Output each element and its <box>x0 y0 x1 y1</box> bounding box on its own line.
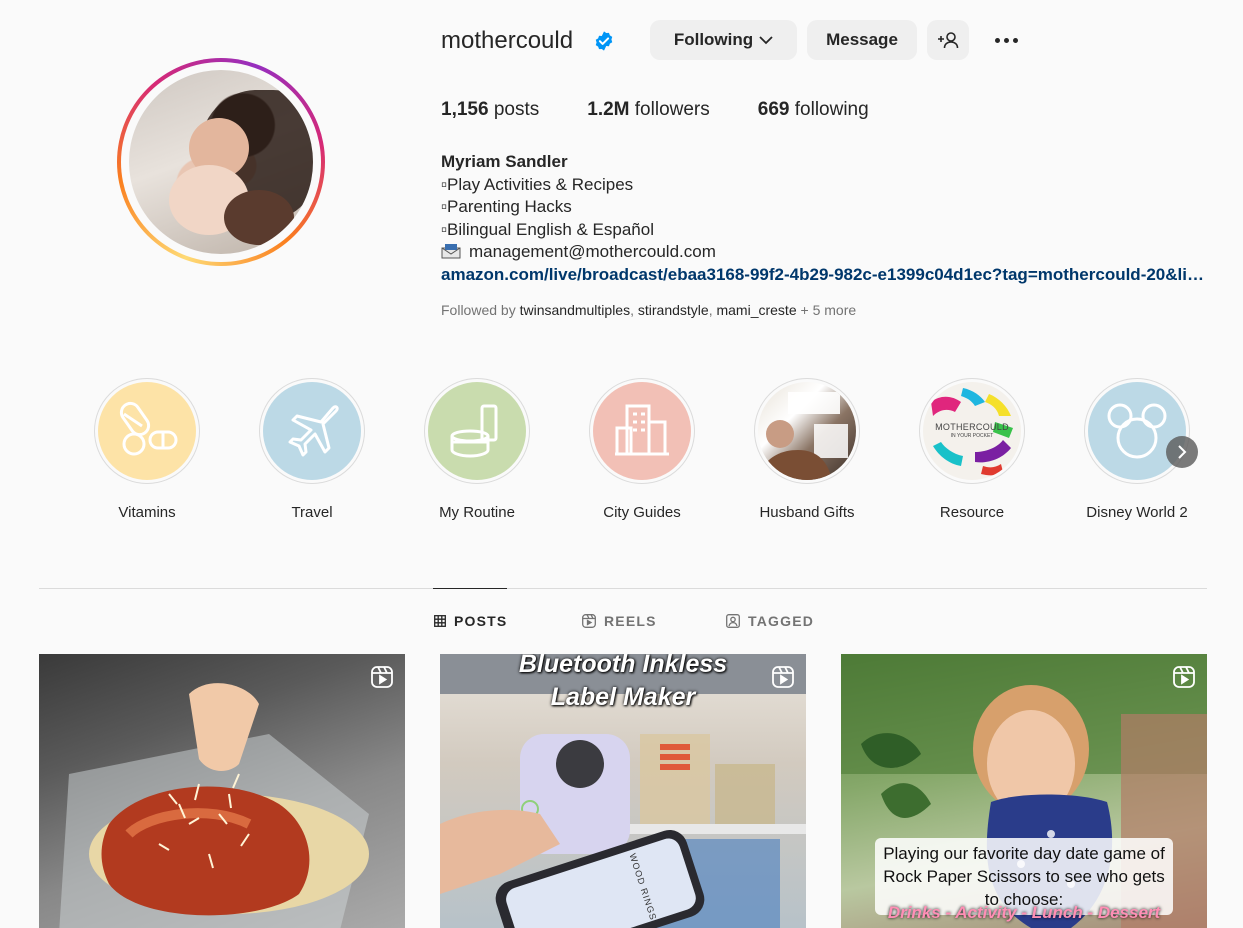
username: mothercould <box>441 27 574 54</box>
chevron-down-icon <box>759 36 773 45</box>
highlight-vitamins[interactable]: Vitamins <box>82 378 212 521</box>
husband-gifts-thumbnail <box>758 382 856 480</box>
post-caption-highlight: Drinks - Activity - Lunch - Dessert <box>887 903 1161 922</box>
highlight-travel[interactable]: Travel <box>247 378 377 521</box>
reels-icon <box>582 614 596 628</box>
city-buildings-icon <box>593 382 691 480</box>
profile-bio: Myriam Sandler ▫Play Activities & Recipe… <box>441 151 1206 286</box>
tabs-divider <box>39 588 1207 589</box>
avatar-photo <box>129 70 313 254</box>
resource-tagline: IN YOUR POCKET <box>950 433 994 439</box>
tab-posts[interactable]: POSTS <box>434 613 507 629</box>
skincare-jar-icon <box>428 382 526 480</box>
reel-icon <box>772 666 794 688</box>
tagged-icon <box>726 614 740 628</box>
post-tile[interactable] <box>39 654 405 928</box>
tab-reels[interactable]: REELS <box>582 613 657 629</box>
suggested-users-button[interactable] <box>927 20 969 60</box>
following-stat[interactable]: 669 following <box>758 99 869 121</box>
followed-by-user[interactable]: stirandstyle <box>638 302 709 318</box>
resource-brand: MOTHERCOULD <box>935 422 1009 432</box>
following-button-label: Following <box>673 30 754 49</box>
following-button[interactable]: Following <box>650 20 797 60</box>
bio-email: management@mothercould.com <box>441 241 1206 264</box>
highlight-my-routine[interactable]: My Routine <box>412 378 542 521</box>
more-options-icon[interactable] <box>990 28 1022 52</box>
highlight-city-guides[interactable]: City Guides <box>577 378 707 521</box>
resource-thumbnail: MOTHERCOULD IN YOUR POCKET <box>923 382 1021 480</box>
airplane-icon <box>263 382 361 480</box>
followed-by-user[interactable]: mami_creste <box>716 302 796 318</box>
followed-by[interactable]: Followed by twinsandmultiples, stirandst… <box>441 302 856 318</box>
profile-avatar[interactable] <box>117 58 325 266</box>
bio-external-link[interactable]: amazon.com/live/broadcast/ebaa3168-99f2-… <box>441 264 1206 287</box>
reel-icon <box>371 666 393 688</box>
mickey-ears-icon <box>1088 382 1186 480</box>
reel-icon <box>1173 666 1195 688</box>
post-thumbnail <box>59 683 369 928</box>
post-tile[interactable]: Bluetooth Inkless Label Maker WOOD RINGS <box>440 654 806 928</box>
message-button[interactable]: Message <box>807 20 917 60</box>
highlight-resource[interactable]: MOTHERCOULD IN YOUR POCKET Resource <box>907 378 1037 521</box>
grid-icon <box>434 615 446 627</box>
envelope-icon <box>441 244 461 259</box>
profile-page: mothercould Following Message 1,156 post… <box>0 0 1243 928</box>
tab-tagged[interactable]: TAGGED <box>726 613 814 629</box>
post-tile[interactable]: Playing our favorite day date game of Ro… <box>841 654 1207 928</box>
full-name: Myriam Sandler <box>441 152 568 171</box>
profile-stats: 1,156 posts 1.2M followers 669 following <box>441 99 869 121</box>
post-title-line: Bluetooth Inkless <box>518 654 728 678</box>
posts-stat: 1,156 posts <box>441 99 540 120</box>
highlights-next-button[interactable] <box>1166 436 1198 468</box>
chevron-right-icon <box>1178 445 1187 459</box>
verified-badge-icon <box>595 31 613 51</box>
active-tab-indicator <box>433 588 507 589</box>
bio-line: ▫Parenting Hacks <box>441 197 572 216</box>
bio-line: ▫Bilingual English & Español <box>441 219 654 239</box>
highlight-husband-gifts[interactable]: Husband Gifts <box>742 378 872 521</box>
pills-icon <box>98 382 196 480</box>
add-user-icon <box>938 32 959 49</box>
post-title-line: Label Maker <box>550 683 696 711</box>
followers-stat[interactable]: 1.2M followers <box>587 99 710 121</box>
bio-line: ▫Play Activities & Recipes <box>441 174 634 194</box>
followed-by-user[interactable]: twinsandmultiples <box>520 302 631 318</box>
